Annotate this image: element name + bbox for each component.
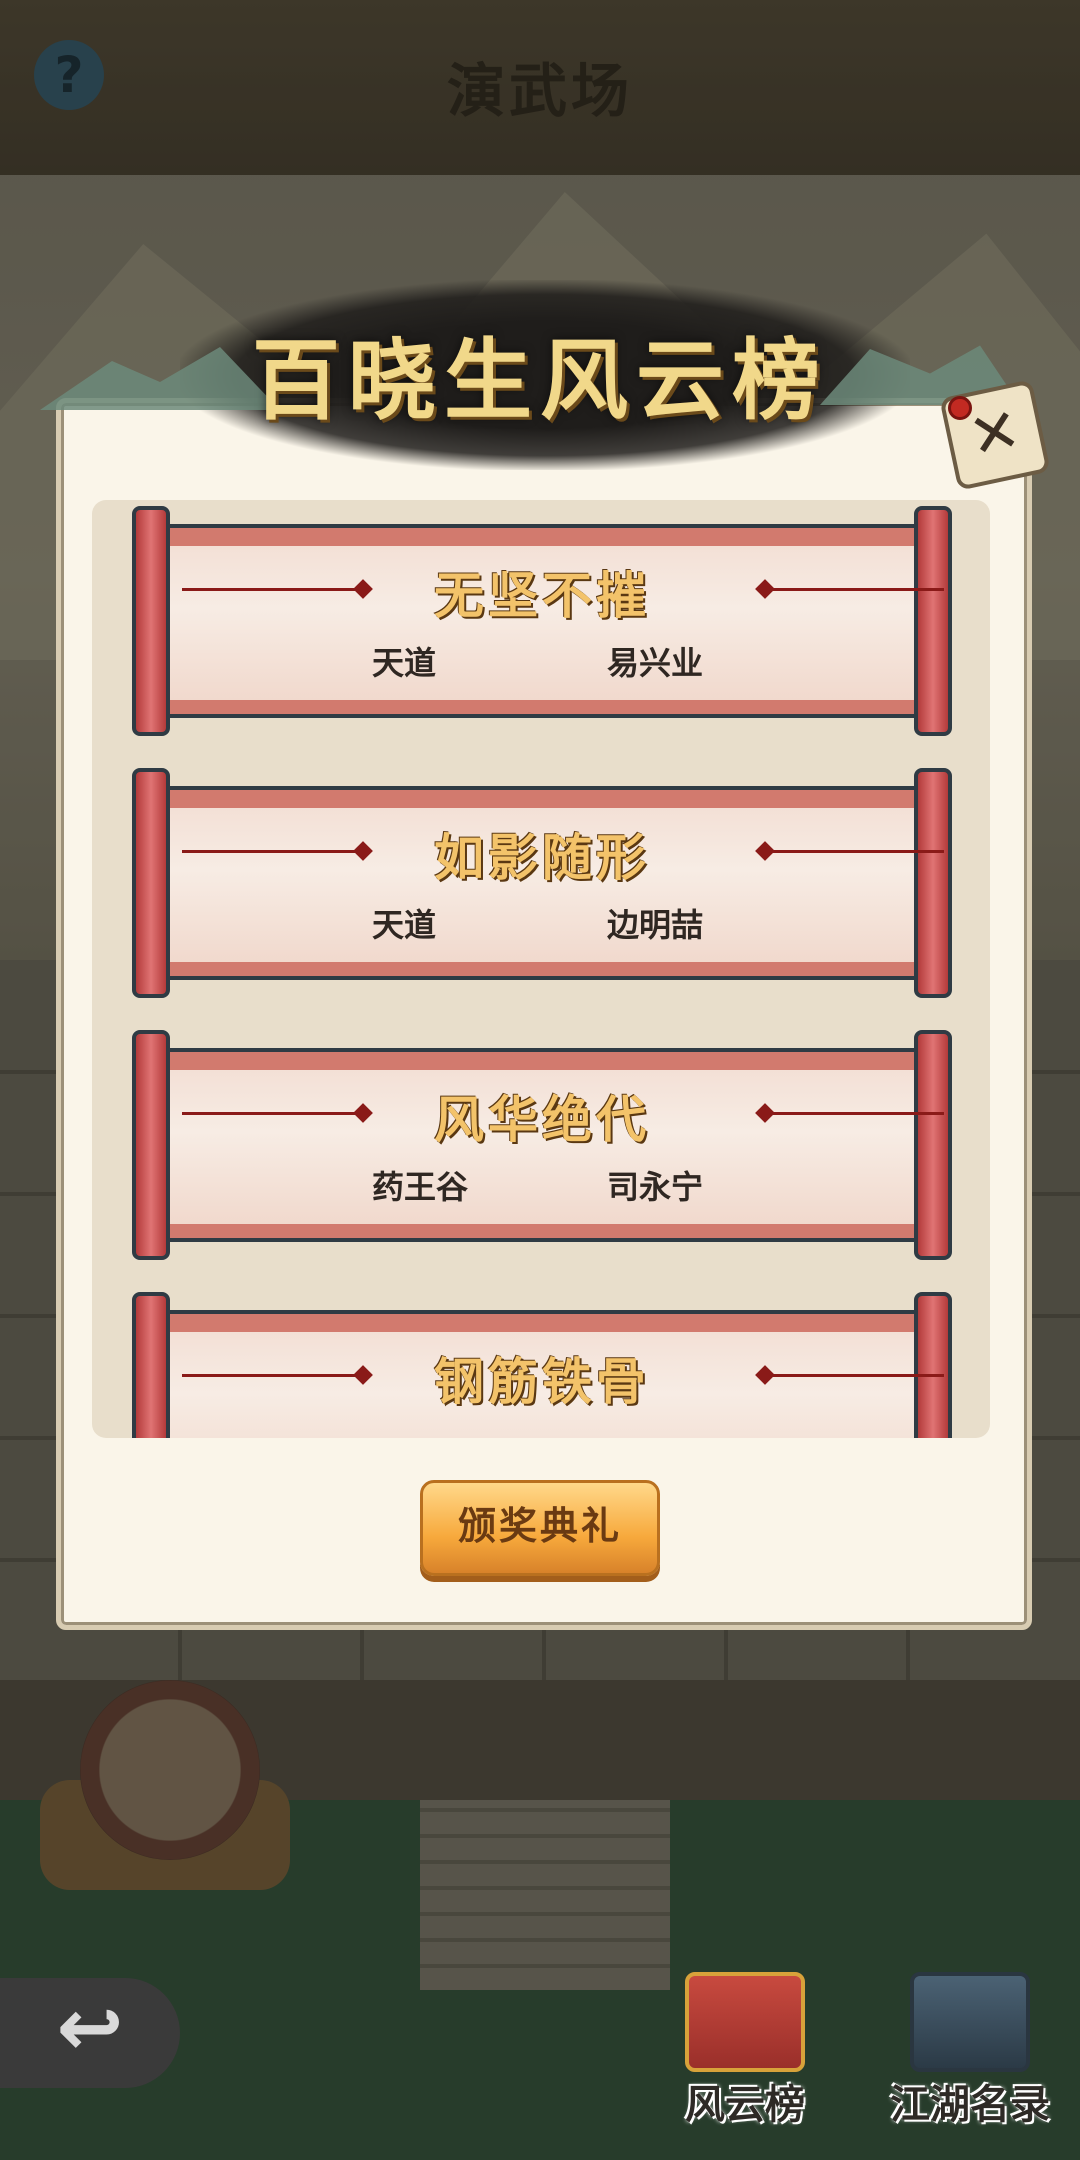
award-ceremony-button[interactable]: 颁奖典礼 <box>420 1480 660 1576</box>
award-title: 钢筋铁骨 <box>434 1352 650 1411</box>
player-name: 边明喆 <box>607 906 704 944</box>
book-icon <box>910 1972 1030 2072</box>
list-item[interactable]: 无坚不摧 天道 易兴业 <box>132 506 952 736</box>
award-title: 风华绝代 <box>434 1090 650 1149</box>
player-name: 司永宁 <box>607 1168 704 1206</box>
pin-decoration <box>948 396 972 420</box>
sect-name: 天道 <box>372 906 437 944</box>
panel-title: 百晓生风云榜 <box>251 328 828 432</box>
list-item[interactable]: 钢筋铁骨 <box>132 1292 952 1438</box>
nav-jianghu-directory[interactable]: 江湖名录 <box>890 1972 1050 2132</box>
back-button[interactable]: ↩ <box>0 1978 180 2088</box>
nav-ranking-list[interactable]: 风云榜 <box>665 1972 825 2132</box>
sect-name: 天道 <box>372 644 437 682</box>
back-arrow-icon: ↩ <box>56 1981 124 2074</box>
close-icon: ✕ <box>962 394 1027 474</box>
sect-name: 药王谷 <box>372 1168 469 1206</box>
list-item[interactable]: 如影随形 天道 边明喆 <box>132 768 952 998</box>
award-title: 无坚不摧 <box>434 566 650 625</box>
award-title: 如影随形 <box>434 828 650 887</box>
list-item[interactable]: 风华绝代 药王谷 司永宁 <box>132 1030 952 1260</box>
scroll-list-icon <box>685 1972 805 2072</box>
nav-label: 风云榜 <box>685 2082 805 2128</box>
ranking-list[interactable]: 无坚不摧 天道 易兴业 如影随形 天道 边明喆 风华绝代 药王谷 司永宁 钢筋铁… <box>92 500 990 1438</box>
nav-label: 江湖名录 <box>890 2082 1050 2128</box>
player-name: 易兴业 <box>607 644 704 682</box>
